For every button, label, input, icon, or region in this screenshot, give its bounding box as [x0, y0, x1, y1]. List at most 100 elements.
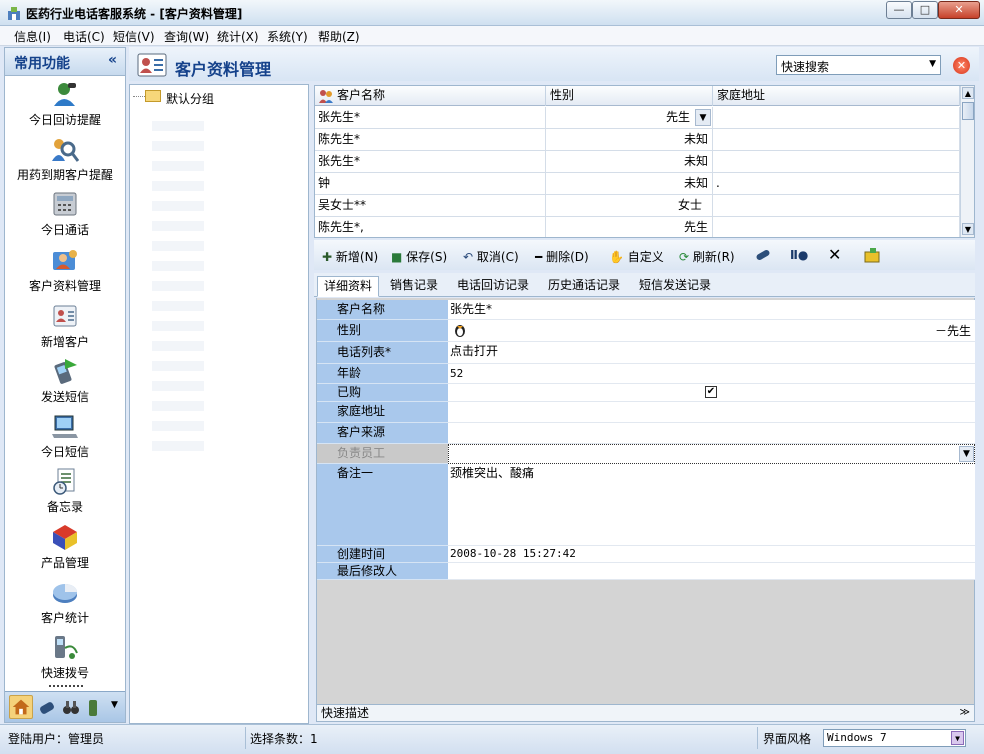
- maximize-button[interactable]: □: [912, 1, 938, 19]
- sidebar-item-send-sms[interactable]: 发送短信: [5, 355, 125, 410]
- table-row[interactable]: 吴女士** 女士: [315, 195, 960, 217]
- cell-name: 陈先生*: [315, 129, 546, 151]
- quick-search-select[interactable]: 快速搜索 ▼: [776, 55, 941, 75]
- table-row[interactable]: 陈先生*, 先生: [315, 217, 960, 237]
- tree-node-default-group[interactable]: 默认分组: [166, 90, 214, 107]
- sidebar-item-today-calls[interactable]: 今日通话: [5, 188, 125, 243]
- close-page-icon[interactable]: ✕: [953, 57, 970, 74]
- table-row[interactable]: 陈先生* 未知: [315, 129, 960, 151]
- menu-info[interactable]: 信息(I): [14, 28, 51, 45]
- mobile-icon[interactable]: [85, 698, 103, 718]
- cell-address: [713, 151, 960, 173]
- age-field[interactable]: 52: [448, 364, 975, 384]
- sidebar-item-medication-expiry[interactable]: 用药到期客户提醒: [5, 133, 125, 188]
- record-icon[interactable]: Ⅱ●: [790, 248, 808, 262]
- sidebar-item-quick-dial[interactable]: 快速拨号: [5, 631, 125, 686]
- sidebar-item-label: 今日短信: [40, 445, 89, 459]
- sidebar-item-product-management[interactable]: 产品管理: [5, 521, 125, 576]
- product-cubes-icon: [53, 525, 77, 550]
- gender-field[interactable]: －先生: [448, 320, 975, 342]
- menu-stats[interactable]: 统计(X): [217, 28, 259, 45]
- gender-dropdown-icon[interactable]: ▼: [695, 109, 711, 126]
- sidebar-item-revisit-reminder[interactable]: 今日回访提醒: [5, 78, 125, 133]
- close-x-icon[interactable]: ✕: [828, 245, 841, 264]
- save-button[interactable]: ■ 保存(S): [391, 248, 447, 265]
- sidebar-item-label: 用药到期客户提醒: [16, 168, 113, 182]
- cancel-button[interactable]: ↶ 取消(C): [463, 248, 519, 265]
- sidebar-item-customer-stats[interactable]: 客户统计: [5, 576, 125, 631]
- sidebar-item-customer-management[interactable]: 客户资料管理: [5, 244, 125, 299]
- menu-system[interactable]: 系统(Y): [267, 28, 308, 45]
- collapse-icon[interactable]: «: [108, 52, 117, 68]
- field-label-gender: 性别: [317, 320, 448, 342]
- sidebar-item-memo[interactable]: 备忘录: [5, 465, 125, 520]
- tree-placeholder: [152, 261, 204, 271]
- field-label-modifier: 最后修改人: [317, 563, 448, 580]
- column-header-address[interactable]: 家庭地址: [713, 86, 960, 106]
- cell-gender: 先生: [546, 107, 713, 129]
- customer-name-field[interactable]: 张先生*: [448, 300, 975, 320]
- source-field[interactable]: [448, 423, 975, 444]
- field-label-source: 客户来源: [317, 423, 448, 444]
- minimize-button[interactable]: —: [886, 1, 912, 19]
- home-button[interactable]: [9, 695, 33, 719]
- menu-sms[interactable]: 短信(V): [113, 28, 155, 45]
- tree-placeholder: [152, 281, 204, 291]
- dropdown-arrow-icon[interactable]: ▼: [959, 446, 974, 462]
- cancel-label: 取消(C): [476, 250, 519, 264]
- tab-phone-revisit[interactable]: 电话回访记录: [451, 276, 535, 297]
- tree-placeholder: [152, 361, 204, 371]
- menu-query[interactable]: 查询(W): [164, 28, 209, 45]
- close-button[interactable]: ✕: [938, 1, 980, 19]
- cell-name: 张先生*: [315, 107, 546, 129]
- column-header-name[interactable]: 客户名称: [315, 86, 546, 106]
- dial-phone-icon[interactable]: [754, 247, 772, 263]
- status-bar: 登陆用户：管理员 选择条数：1 界面风格 Windows 7 ▼: [0, 724, 984, 754]
- cell-gender: 未知: [546, 151, 713, 173]
- sidebar-item-today-sms[interactable]: 今日短信: [5, 410, 125, 465]
- style-select[interactable]: Windows 7 ▼: [823, 729, 966, 747]
- table-row[interactable]: 钟 未知 .: [315, 173, 960, 195]
- expand-icon[interactable]: ≫: [960, 705, 970, 721]
- cell-name: 钟: [315, 173, 546, 195]
- tree-placeholder: [152, 441, 204, 451]
- table-row[interactable]: 张先生* 未知: [315, 151, 960, 173]
- staff-select[interactable]: ▼: [448, 444, 975, 464]
- field-label-customer-name: 客户名称: [317, 300, 448, 320]
- delete-button[interactable]: ━ 删除(D): [535, 248, 589, 265]
- add-button[interactable]: ✚ 新增(N): [322, 248, 378, 265]
- cell-address: [713, 107, 960, 129]
- refresh-button[interactable]: ⟳ 刷新(R): [679, 248, 735, 265]
- phone-icon[interactable]: [37, 698, 57, 718]
- tab-call-history[interactable]: 历史通话记录: [542, 276, 626, 297]
- add-customer-icon: [53, 305, 77, 327]
- scroll-thumb[interactable]: [962, 102, 974, 120]
- grid-scrollbar[interactable]: ▲ ▼: [960, 86, 974, 237]
- cell-address: [713, 195, 960, 217]
- sidebar-item-label: 备忘录: [46, 500, 83, 514]
- field-label-created: 创建时间: [317, 546, 448, 563]
- scroll-down-icon[interactable]: ▼: [962, 223, 974, 235]
- tab-sales-records[interactable]: 销售记录: [384, 276, 444, 297]
- column-header-gender[interactable]: 性别: [546, 86, 713, 106]
- export-icon[interactable]: [863, 247, 881, 263]
- menu-help[interactable]: 帮助(Z): [318, 28, 360, 45]
- table-row[interactable]: 张先生* 先生 ▼: [315, 107, 960, 129]
- sidebar-item-add-customer[interactable]: 新增客户: [5, 300, 125, 355]
- address-field[interactable]: [448, 402, 975, 423]
- customize-button[interactable]: ✋ 自定义: [609, 248, 664, 265]
- sidebar-grip[interactable]: [49, 685, 83, 687]
- menu-phone[interactable]: 电话(C): [63, 28, 105, 45]
- tab-detail[interactable]: 详细资料: [317, 276, 380, 297]
- binoculars-icon[interactable]: [61, 698, 81, 718]
- phone-list-field[interactable]: 点击打开: [448, 342, 975, 364]
- more-dropdown-icon[interactable]: ▼: [111, 700, 118, 710]
- purchased-checkbox[interactable]: ✔: [705, 386, 717, 398]
- note-textarea[interactable]: 颈椎突出、酸痛: [448, 464, 975, 546]
- tab-sms-records[interactable]: 短信发送记录: [633, 276, 717, 297]
- floppy-icon: ■: [391, 250, 403, 264]
- column-header-label: 客户名称: [337, 88, 386, 102]
- menu-bar: 信息(I) 电话(C) 短信(V) 查询(W) 统计(X) 系统(Y) 帮助(Z…: [0, 26, 984, 46]
- quick-description-bar[interactable]: 快速描述 ≫: [316, 704, 975, 722]
- scroll-up-icon[interactable]: ▲: [962, 87, 974, 99]
